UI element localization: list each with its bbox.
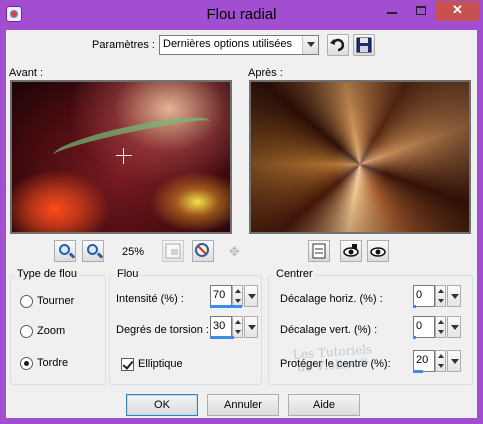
h-offset-spinner[interactable]: 0	[413, 285, 463, 308]
minimize-icon	[387, 12, 397, 14]
close-button[interactable]: ✕	[435, 1, 480, 21]
maximize-button[interactable]	[407, 1, 435, 21]
h-offset-value: 0	[416, 289, 423, 301]
blur-type-title: Type de flou	[15, 268, 79, 280]
protect-center-stepper[interactable]	[435, 350, 446, 372]
maximize-icon	[416, 6, 426, 15]
twist-degrees-slider-dropdown[interactable]	[244, 316, 258, 338]
intensity-label: Intensité (%) :	[116, 293, 184, 305]
dialog-body: Paramètres : Dernières options utilisées…	[6, 30, 477, 418]
crosshair-icon[interactable]	[116, 148, 132, 164]
save-preset-button[interactable]	[353, 34, 375, 56]
twist-degrees-value: 30	[213, 320, 226, 332]
chevron-down-icon	[302, 36, 318, 54]
zoom-fit-icon	[195, 243, 209, 257]
preview-icon	[370, 247, 386, 257]
presets-dropdown[interactable]: Dernières options utilisées	[159, 35, 319, 55]
cancel-button[interactable]: Annuler	[207, 394, 279, 416]
proof-button[interactable]	[308, 240, 330, 262]
auto-proof-button[interactable]	[340, 240, 362, 262]
intensity-stepper[interactable]	[232, 285, 243, 307]
protect-center-spinner[interactable]: 20	[413, 350, 463, 373]
h-offset-slider-dropdown[interactable]	[447, 285, 461, 307]
navigate-button[interactable]	[162, 240, 184, 262]
close-icon: ✕	[452, 2, 463, 17]
before-label: Avant :	[9, 67, 44, 79]
radio-twist-label[interactable]: Tordre	[37, 357, 68, 369]
twist-degrees-slider[interactable]	[210, 336, 234, 339]
twist-degrees-stepper[interactable]	[232, 316, 243, 338]
intensity-value: 70	[213, 289, 226, 301]
auto-proof-icon	[343, 244, 359, 257]
twist-degrees-label: Degrés de torsion :	[116, 324, 209, 336]
after-preview[interactable]	[249, 80, 471, 234]
zoom-out-button[interactable]	[54, 240, 76, 262]
radio-twirl[interactable]	[20, 295, 33, 308]
h-offset-slider[interactable]	[413, 305, 416, 308]
protect-center-value: 20	[416, 354, 429, 366]
save-icon	[356, 37, 372, 53]
twist-degrees-input[interactable]: 30	[210, 316, 232, 338]
radio-twirl-label[interactable]: Tourner	[37, 295, 74, 307]
intensity-spinner[interactable]: 70	[210, 285, 260, 308]
title-bar[interactable]: Flou radial ✕	[0, 0, 483, 30]
v-offset-input[interactable]: 0	[413, 316, 435, 338]
protect-center-input[interactable]: 20	[413, 350, 435, 372]
help-button[interactable]: Aide	[288, 394, 360, 416]
v-offset-value: 0	[416, 320, 423, 332]
before-preview[interactable]	[10, 80, 232, 234]
elliptical-checkbox[interactable]	[121, 358, 134, 371]
proof-icon	[312, 243, 326, 259]
center-title: Centrer	[274, 268, 315, 280]
reset-button[interactable]	[327, 34, 349, 56]
v-offset-stepper[interactable]	[435, 316, 446, 338]
after-label: Après :	[248, 67, 283, 79]
intensity-input[interactable]: 70	[210, 285, 232, 307]
preview-toggle-button[interactable]	[367, 240, 389, 262]
navigate-icon	[165, 243, 181, 259]
h-offset-stepper[interactable]	[435, 285, 446, 307]
blur-title: Flou	[115, 268, 141, 280]
v-offset-slider-dropdown[interactable]	[447, 316, 461, 338]
protect-center-slider[interactable]	[413, 370, 423, 373]
intensity-slider[interactable]	[210, 305, 242, 308]
protect-center-slider-dropdown[interactable]	[447, 350, 461, 372]
pan-icon[interactable]: ✥	[229, 244, 240, 260]
zoom-in-handle	[96, 252, 104, 259]
presets-label: Paramètres :	[92, 39, 155, 51]
radio-zoom[interactable]	[20, 325, 33, 338]
v-offset-slider[interactable]	[413, 336, 416, 339]
h-offset-input[interactable]: 0	[413, 285, 435, 307]
zoom-level: 25%	[122, 246, 145, 258]
radio-twist[interactable]	[20, 357, 33, 370]
twist-degrees-spinner[interactable]: 30	[210, 316, 260, 339]
ok-button[interactable]: OK	[126, 394, 198, 416]
decorative-vine	[51, 109, 213, 167]
v-offset-label: Décalage vert. (%) :	[280, 324, 378, 336]
v-offset-spinner[interactable]: 0	[413, 316, 463, 339]
zoom-out-handle	[68, 252, 76, 259]
presets-value: Dernières options utilisées	[163, 38, 293, 50]
zoom-in-button[interactable]	[82, 240, 104, 262]
reset-icon	[330, 38, 345, 52]
h-offset-label: Décalage horiz. (%) :	[280, 293, 383, 305]
minimize-button[interactable]	[377, 1, 407, 21]
elliptical-label[interactable]: Elliptique	[138, 358, 183, 370]
intensity-slider-dropdown[interactable]	[244, 285, 258, 307]
zoom-fit-button[interactable]	[192, 240, 214, 262]
radio-zoom-label[interactable]: Zoom	[37, 325, 65, 337]
dialog-window: Flou radial ✕ Paramètres : Dernières opt…	[0, 0, 483, 424]
